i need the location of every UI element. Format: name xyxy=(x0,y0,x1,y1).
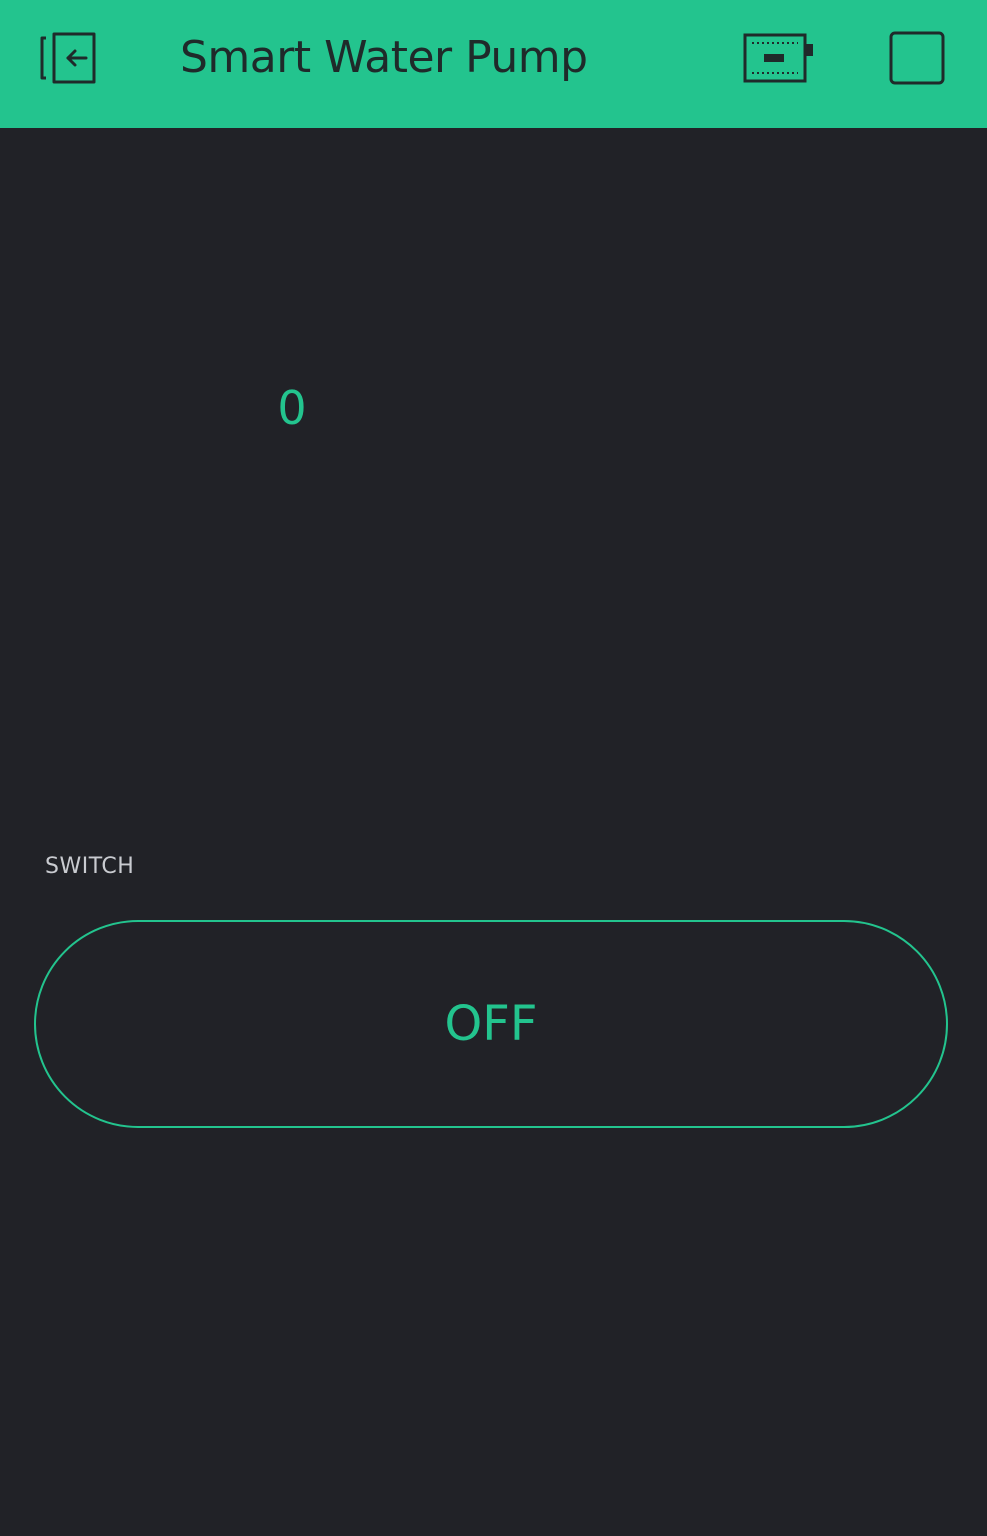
exit-icon[interactable] xyxy=(38,28,102,88)
switch-label: SWITCH xyxy=(45,854,135,879)
play-stop-icon[interactable] xyxy=(888,30,946,86)
device-board-icon[interactable] xyxy=(742,30,816,86)
switch-button[interactable]: OFF xyxy=(34,920,948,1128)
switch-state-label: OFF xyxy=(444,996,538,1052)
value-display: 0 xyxy=(277,381,307,435)
page-title: Smart Water Pump xyxy=(180,32,588,83)
top-bar: Smart Water Pump xyxy=(0,0,987,128)
app-screen: Smart Water Pump 0 SWITCH OFF xyxy=(0,0,987,1536)
